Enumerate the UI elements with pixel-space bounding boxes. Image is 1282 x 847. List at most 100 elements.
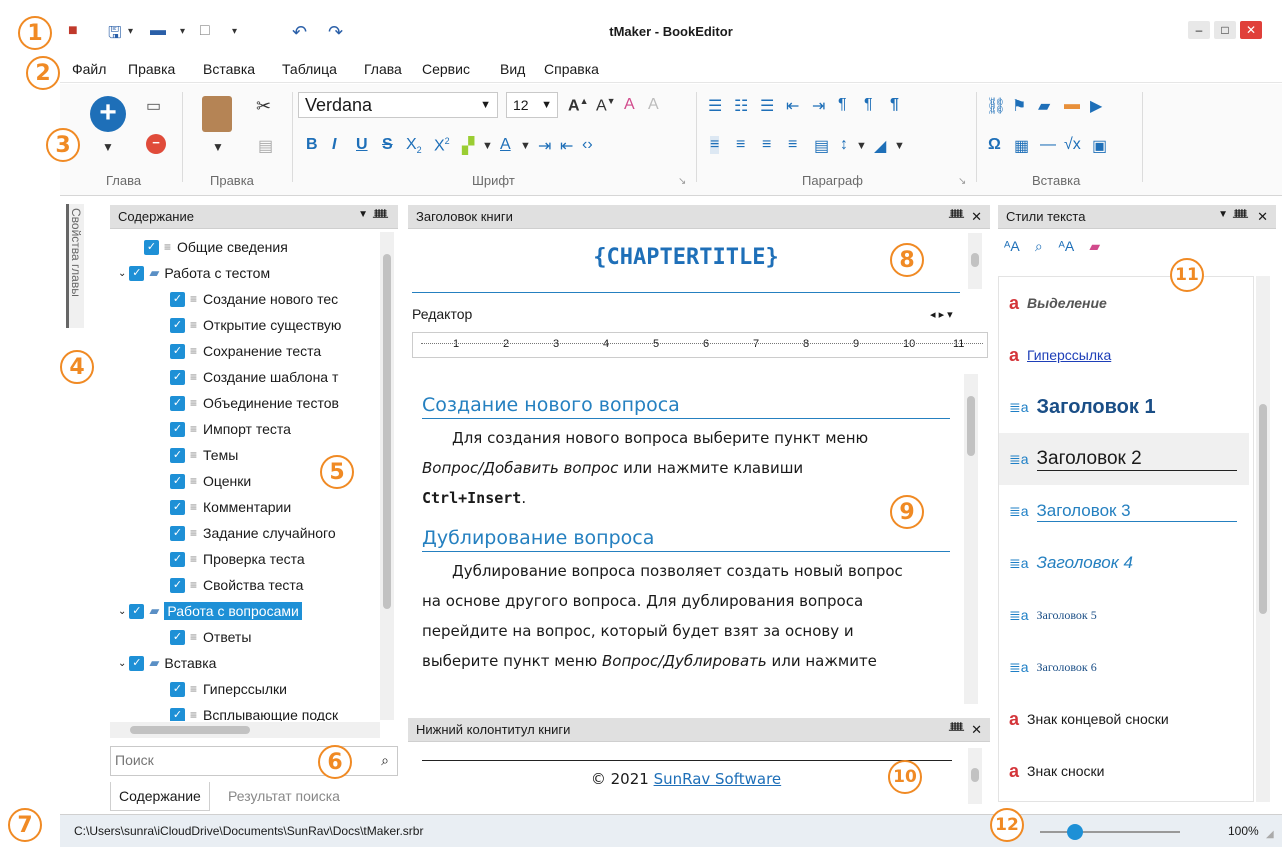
editor-scrollbar[interactable] xyxy=(964,374,978,704)
tree-item[interactable]: ✓ ≡ Комментарии xyxy=(170,495,291,519)
ltr-icon[interactable]: ¶ xyxy=(838,96,847,114)
menu-view[interactable]: Вид xyxy=(500,61,525,77)
tree-item[interactable]: ⌄ ✓ ▰ Вставка xyxy=(118,651,216,675)
menu-help[interactable]: Справка xyxy=(544,61,599,77)
book-footer-content[interactable]: © 2021 SunRav Software xyxy=(412,770,960,788)
multilevel-icon[interactable]: ☰ xyxy=(760,96,774,116)
toolbox-icon[interactable]: ▣ xyxy=(1092,136,1107,156)
tree-item[interactable]: ⌄ ✓ ▰ Работа с тестом xyxy=(118,261,270,285)
comment-icon[interactable]: ▰ xyxy=(1038,96,1050,116)
paragraph-dialog-launcher-icon[interactable]: ↘ xyxy=(958,176,966,187)
tree-item[interactable]: ✓ ≡ Темы xyxy=(170,443,238,467)
tree-item[interactable]: ✓ ≡ Открытие существую xyxy=(170,313,341,337)
search-input[interactable] xyxy=(111,747,351,773)
horizontal-line-icon[interactable]: — xyxy=(1040,136,1056,154)
highlight-icon[interactable]: ▞ xyxy=(462,136,474,156)
bold-icon[interactable]: B xyxy=(306,136,318,154)
media-icon[interactable]: ▶ xyxy=(1090,96,1102,116)
underline-icon[interactable]: U xyxy=(356,136,368,154)
subscript-icon[interactable]: X2 xyxy=(406,136,422,155)
italic-icon[interactable]: I xyxy=(332,136,336,154)
checkbox-icon[interactable]: ✓ xyxy=(170,681,185,697)
tree-item[interactable]: ✓ ≡ Задание случайного xyxy=(170,521,336,545)
menu-chapter[interactable]: Глава xyxy=(364,61,402,77)
resize-grip-icon[interactable]: ◢ xyxy=(1266,829,1274,840)
add-chapter-icon[interactable]: + xyxy=(90,96,126,132)
contents-scrollbar[interactable] xyxy=(380,232,394,720)
menu-table[interactable]: Таблица xyxy=(282,61,337,77)
checkbox-icon[interactable]: ✓ xyxy=(170,343,185,359)
symbol-icon[interactable]: Ω xyxy=(988,136,1001,154)
font-dialog-launcher-icon[interactable]: ↘ xyxy=(678,176,686,187)
tree-item[interactable]: ✓ ≡ Создание шаблона т xyxy=(170,365,338,389)
checkbox-icon[interactable]: ✓ xyxy=(170,525,185,541)
maximize-button[interactable]: □ xyxy=(1214,21,1236,39)
styles-scrollbar[interactable] xyxy=(1256,276,1270,802)
editor-nav-icon[interactable]: ◂ ▸ ▾ xyxy=(930,308,953,321)
checkbox-icon[interactable]: ✓ xyxy=(170,473,185,489)
contents-menu-icon[interactable]: ▼ xyxy=(358,209,368,220)
header-scrollbar[interactable] xyxy=(968,233,982,289)
bullets-icon[interactable]: ☰ xyxy=(708,96,722,116)
tree-item[interactable]: ✓ ≡ Объединение тестов xyxy=(170,391,339,415)
menu-file[interactable]: Файл xyxy=(72,61,106,77)
tree-item[interactable]: ✓ ≡ Общие сведения xyxy=(144,235,288,259)
minimize-button[interactable]: – xyxy=(1188,21,1210,39)
footer-link[interactable]: SunRav Software xyxy=(654,770,782,788)
increase-indent-icon[interactable]: ⇥ xyxy=(812,96,825,116)
bookmark-icon[interactable]: ⚑ xyxy=(1012,96,1026,116)
distributed-icon[interactable]: ▤ xyxy=(814,136,829,156)
formula-icon[interactable]: √x xyxy=(1064,136,1081,154)
style-item[interactable]: a Гиперссылка xyxy=(999,329,1249,381)
clear-style-icon[interactable]: ▰ xyxy=(1089,238,1100,254)
font-name-select[interactable]: Verdana ▼ xyxy=(298,92,498,118)
align-right-icon[interactable]: ≡ xyxy=(762,136,771,154)
tree-item[interactable]: ✓ ≡ Импорт теста xyxy=(170,417,291,441)
tree-item[interactable]: ✓ ≡ Гиперссылки xyxy=(170,677,287,701)
decrease-indent-icon[interactable]: ⇤ xyxy=(786,96,799,116)
superscript-icon[interactable]: X2 xyxy=(434,136,450,155)
checkbox-icon[interactable]: ✓ xyxy=(170,369,185,385)
font-size-select[interactable]: 12 ▼ xyxy=(506,92,558,118)
highlight-dropdown-icon[interactable]: ▼ xyxy=(482,140,493,152)
line-spacing-dropdown-icon[interactable]: ▼ xyxy=(856,140,867,152)
shrink-font-icon[interactable]: A▼ xyxy=(596,96,616,115)
checkbox-icon[interactable]: ✓ xyxy=(170,447,185,463)
tab-contents[interactable]: Содержание xyxy=(110,782,210,811)
menu-edit[interactable]: Правка xyxy=(128,61,175,77)
book-header-content[interactable]: {CHAPTERTITLE} xyxy=(412,233,960,293)
close-button[interactable]: ✕ xyxy=(1240,21,1262,39)
find-style-icon[interactable]: ⌕ xyxy=(1035,238,1043,254)
style-item[interactable]: a Знак концевой сноски xyxy=(999,693,1249,745)
checkbox-icon[interactable]: ✓ xyxy=(170,291,185,307)
link-icon[interactable]: ⛓ xyxy=(986,96,1006,116)
checkbox-icon[interactable]: ✓ xyxy=(170,707,185,721)
styles-menu-icon[interactable]: ▼ xyxy=(1218,209,1228,220)
image-icon[interactable]: ▬ xyxy=(1064,96,1080,114)
editor-content[interactable]: Создание нового вопроса Для создания нов… xyxy=(410,374,960,704)
numbering-icon[interactable]: ☷ xyxy=(734,96,748,116)
checkbox-icon[interactable]: ✓ xyxy=(144,239,159,255)
collapse-icon[interactable]: ▭ xyxy=(146,96,161,116)
header-pin-icon[interactable]: ᚙ xyxy=(949,209,964,225)
footer-scrollbar[interactable] xyxy=(968,748,982,804)
style-item[interactable]: a Выделение xyxy=(999,277,1249,329)
expand-chevron-icon[interactable]: ⌄ xyxy=(118,268,126,279)
zoom-slider[interactable] xyxy=(1040,824,1180,840)
shading-icon[interactable]: ◢ xyxy=(874,136,886,156)
delete-chapter-icon[interactable]: − xyxy=(146,134,166,154)
checkbox-icon[interactable]: ✓ xyxy=(170,499,185,515)
edit-style-icon[interactable]: ᴬA xyxy=(1059,238,1074,254)
style-item[interactable]: ≣a Заголовок 5 xyxy=(999,589,1249,641)
grow-font-icon[interactable]: A▲ xyxy=(568,96,588,115)
checkbox-icon[interactable]: ✓ xyxy=(129,603,145,619)
ruler[interactable]: 1 2 3 4 5 6 7 8 9 10 11 xyxy=(412,332,988,358)
checkbox-icon[interactable]: ✓ xyxy=(170,577,185,593)
align-center-icon[interactable]: ≡ xyxy=(736,136,745,154)
checkbox-icon[interactable]: ✓ xyxy=(129,655,145,671)
code-icon[interactable]: ‹› xyxy=(582,136,593,154)
style-item[interactable]: ≣a Заголовок 4 xyxy=(999,537,1249,589)
expand-chevron-icon[interactable]: ⌄ xyxy=(118,606,126,617)
chapter-properties-side-tab[interactable]: Свойства главы xyxy=(66,204,84,328)
tree-item[interactable]: ✓ ≡ Ответы xyxy=(170,625,251,649)
